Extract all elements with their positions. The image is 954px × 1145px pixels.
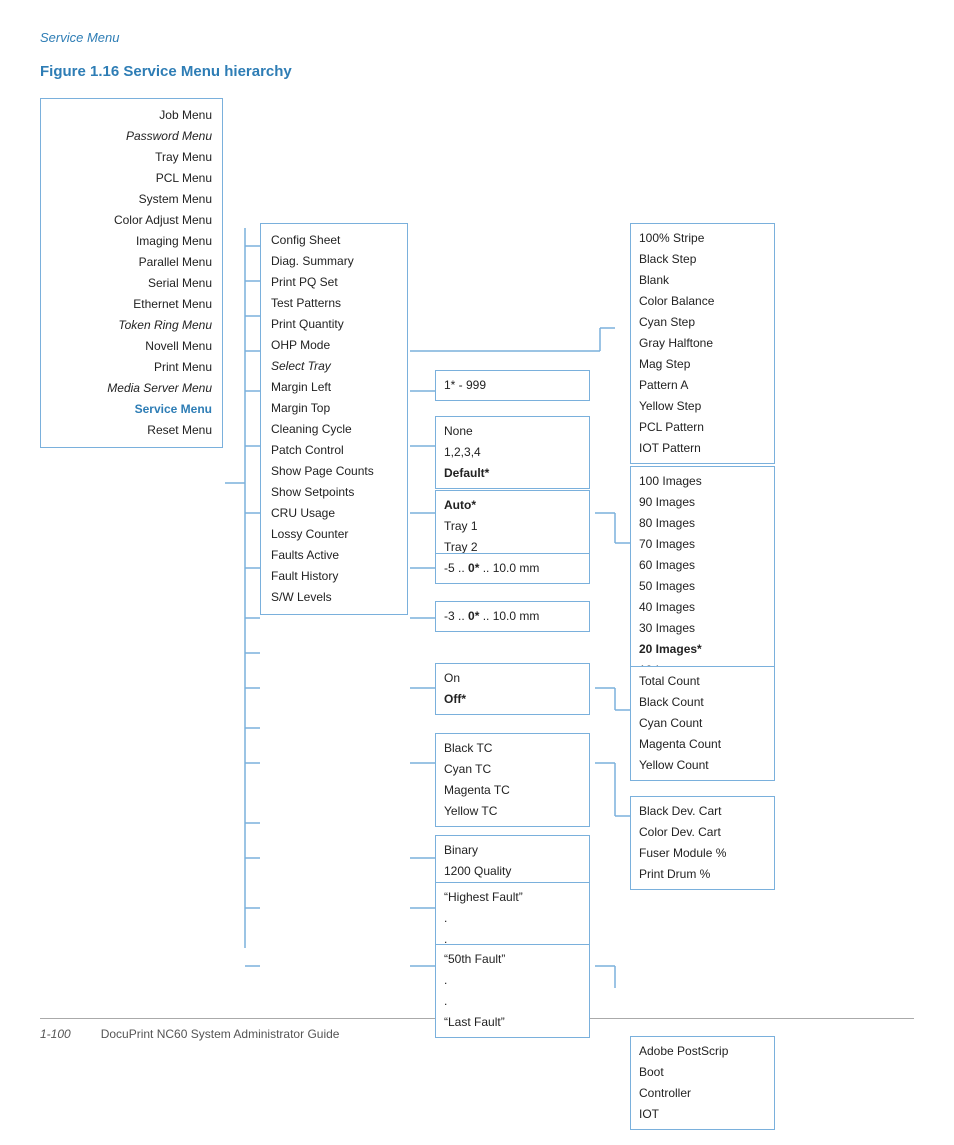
col2-qty: Print Quantity (271, 314, 397, 335)
menu-item-system: System Menu (51, 189, 212, 210)
menu-item-print: Print Menu (51, 357, 212, 378)
col2-lossy: Lossy Counter (271, 524, 397, 545)
menu-item-token: Token Ring Menu (51, 315, 212, 336)
col2-margint: Margin Top (271, 398, 397, 419)
col2-sw: S/W Levels (271, 587, 397, 608)
left-menu-box: Job Menu Password Menu Tray Menu PCL Men… (40, 98, 223, 448)
menu-item-color-adjust: Color Adjust Menu (51, 210, 212, 231)
right-box-test-patterns: 100% Stripe Black Step Blank Color Balan… (630, 223, 775, 464)
menu-item-tray: Tray Menu (51, 147, 212, 168)
diagram: Job Menu Password Menu Tray Menu PCL Men… (40, 98, 910, 988)
col2-marginl: Margin Left (271, 377, 397, 398)
page: Service Menu Figure 1.16 Service Menu hi… (0, 0, 954, 1081)
col2-clean: Cleaning Cycle (271, 419, 397, 440)
menu-item-password: Password Menu (51, 126, 212, 147)
col2-faulth: Fault History (271, 566, 397, 587)
val-box-margin-left: -5 .. 0* .. 10.0 mm (435, 553, 590, 584)
menu-item-parallel: Parallel Menu (51, 252, 212, 273)
menu-item-reset: Reset Menu (51, 420, 212, 441)
col2-ohp: OHP Mode (271, 335, 397, 356)
menu-item-ethernet: Ethernet Menu (51, 294, 212, 315)
val-box-margin-top: -3 .. 0* .. 10.0 mm (435, 601, 590, 632)
menu-item-media: Media Server Menu (51, 378, 212, 399)
col2-faults: Faults Active (271, 545, 397, 566)
menu-item-imaging: Imaging Menu (51, 231, 212, 252)
figure-title: Figure 1.16 Service Menu hierarchy (40, 63, 914, 80)
val-box-setpoints: Black TC Cyan TC Magenta TC Yellow TC (435, 733, 590, 827)
footer-doc: DocuPrint NC60 System Administrator Guid… (101, 1027, 340, 1041)
col2-setpoints: Show Setpoints (271, 482, 397, 503)
right-box-cru: Black Dev. Cart Color Dev. Cart Fuser Mo… (630, 796, 775, 890)
col2-cru: CRU Usage (271, 503, 397, 524)
menu-item-serial: Serial Menu (51, 273, 212, 294)
menu-item-pcl: PCL Menu (51, 168, 212, 189)
val-box-fault-history: “50th Fault” . . “Last Fault” (435, 944, 590, 1038)
val-box-lossy: Binary 1200 Quality (435, 835, 590, 887)
col2-test: Test Patterns (271, 293, 397, 314)
val-box-print-qty: 1* - 999 (435, 370, 590, 401)
right-box-sw-levels: Adobe PostScrip Boot Controller IOT (630, 1036, 775, 1130)
center-menu-box: Config Sheet Diag. Summary Print PQ Set … (260, 223, 408, 615)
breadcrumb: Service Menu (40, 30, 914, 45)
col2-pagecount: Show Page Counts (271, 461, 397, 482)
val-box-patch: On Off* (435, 663, 590, 715)
val-box-ohp: None 1,2,3,4 Default* (435, 416, 590, 489)
col2-diag: Diag. Summary (271, 251, 397, 272)
menu-item-novell: Novell Menu (51, 336, 212, 357)
menu-item-job: Job Menu (51, 105, 212, 126)
col2-patch: Patch Control (271, 440, 397, 461)
col2-pq: Print PQ Set (271, 272, 397, 293)
col2-tray: Select Tray (271, 356, 397, 377)
col2-config: Config Sheet (271, 230, 397, 251)
right-box-page-counts: Total Count Black Count Cyan Count Magen… (630, 666, 775, 781)
menu-item-service: Service Menu (51, 399, 212, 420)
footer-page: 1-100 (40, 1027, 71, 1041)
